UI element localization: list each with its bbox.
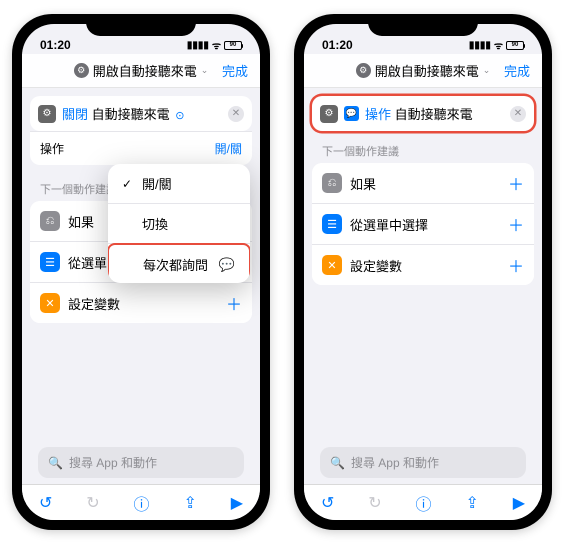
suggestion-setvar[interactable]: ✕ 設定變數 ＋ (312, 245, 534, 285)
popup-label: 每次都詢問 (143, 255, 208, 274)
bottom-toolbar: ↺ ↻ ⓘ ⇪ ▶ (22, 484, 260, 520)
status-time: 01:20 (40, 38, 71, 52)
undo-button[interactable]: ↺ (39, 493, 52, 513)
search-placeholder: 搜尋 App 和動作 (69, 454, 157, 471)
status-time: 01:20 (322, 38, 353, 52)
wifi-icon: ᯤ (212, 38, 221, 52)
expand-icon[interactable]: ⊙ (175, 110, 184, 122)
action-card[interactable]: ⚙ 💬 操作 自動接聽來電 ✕ (312, 96, 534, 131)
add-icon[interactable]: ＋ (226, 291, 242, 315)
wifi-icon: ᯤ (494, 38, 503, 52)
screen-right: 01:20 ▮▮▮▮ ᯤ 90 ⚙ 開啟自動接聽來電 ⌄ 完成 ⚙ 💬 操作 自… (304, 24, 542, 520)
clear-action-button[interactable]: ✕ (510, 106, 526, 122)
nav-title-group[interactable]: ⚙ 開啟自動接聽來電 ⌄ (74, 61, 209, 80)
screen-left: 01:20 ▮▮▮▮ ᯤ 90 ⚙ 開啟自動接聽來電 ⌄ 完成 ⚙ 關閉 自動接… (22, 24, 260, 520)
share-button[interactable]: ⇪ (465, 493, 478, 513)
battery-icon: 90 (224, 41, 242, 50)
settings-action-icon: ⚙ (38, 105, 56, 123)
settings-action-icon: ⚙ (320, 105, 338, 123)
branch-icon: ⎌ (322, 173, 342, 193)
content-left: ⚙ 關閉 自動接聽來電 ⊙ ✕ 操作 開/關 下一個動作建議 ⎌ 如果 ＋ (22, 88, 260, 484)
suggestions-header: 下一個動作建議 (312, 137, 534, 163)
nav-title: 開啟自動接聽來電 (93, 61, 197, 80)
param-value[interactable]: 開/關 (215, 140, 242, 157)
nav-title: 開啟自動接聽來電 (375, 61, 479, 80)
suggestion-label: 設定變數 (350, 256, 402, 275)
add-icon[interactable]: ＋ (508, 212, 524, 236)
nav-bar: ⚙ 開啟自動接聽來電 ⌄ 完成 (22, 54, 260, 88)
gear-icon: ⚙ (356, 63, 371, 78)
clear-action-button[interactable]: ✕ (228, 106, 244, 122)
variable-icon: ✕ (40, 293, 60, 313)
search-field[interactable]: 🔍 搜尋 App 和動作 (320, 447, 526, 478)
info-button[interactable]: ⓘ (134, 491, 150, 515)
status-icons: ▮▮▮▮ ᯤ 90 (187, 38, 242, 52)
battery-icon: 90 (506, 41, 524, 50)
speech-bubble-icon: 💬 (219, 257, 235, 273)
popup-option-switch[interactable]: 切換 (108, 204, 250, 244)
action-card[interactable]: ⚙ 關閉 自動接聽來電 ⊙ ✕ (30, 96, 252, 131)
phone-left: 01:20 ▮▮▮▮ ᯤ 90 ⚙ 開啟自動接聽來電 ⌄ 完成 ⚙ 關閉 自動接… (12, 14, 270, 530)
redo-button[interactable]: ↻ (368, 493, 381, 513)
action-chip[interactable]: 操作 (365, 107, 391, 122)
share-button[interactable]: ⇪ (183, 493, 196, 513)
action-label: 自動接聽來電 (92, 107, 170, 122)
param-label: 操作 (40, 140, 64, 157)
action-text: 關閉 自動接聽來電 ⊙ (62, 104, 185, 123)
phone-right: 01:20 ▮▮▮▮ ᯤ 90 ⚙ 開啟自動接聽來電 ⌄ 完成 ⚙ 💬 操作 自… (294, 14, 552, 530)
notch (86, 14, 196, 36)
status-icons: ▮▮▮▮ ᯤ 90 (469, 38, 524, 52)
suggestion-label: 如果 (350, 174, 376, 193)
signal-icon: ▮▮▮▮ (187, 40, 209, 51)
suggestion-label: 從選單中選擇 (350, 215, 428, 234)
search-placeholder: 搜尋 App 和動作 (351, 454, 439, 471)
add-icon[interactable]: ＋ (508, 171, 524, 195)
suggestion-setvar[interactable]: ✕ 設定變數 ＋ (30, 283, 252, 323)
content-right: ⚙ 💬 操作 自動接聽來電 ✕ 下一個動作建議 ⎌ 如果 ＋ ☰ 從選單中選擇 (304, 88, 542, 484)
branch-icon: ⎌ (40, 211, 60, 231)
done-button[interactable]: 完成 (504, 61, 530, 80)
redo-button[interactable]: ↻ (86, 493, 99, 513)
done-button[interactable]: 完成 (222, 61, 248, 80)
variable-icon: ✕ (322, 255, 342, 275)
popup-label: 切換 (142, 214, 168, 233)
ask-chip-icon: 💬 (344, 106, 359, 121)
check-icon: ✓ (122, 177, 134, 191)
suggestion-label: 設定變數 (68, 294, 120, 313)
chevron-down-icon: ⌄ (483, 65, 491, 76)
search-icon: 🔍 (330, 456, 345, 470)
run-button[interactable]: ▶ (513, 493, 525, 513)
nav-bar: ⚙ 開啟自動接聽來電 ⌄ 完成 (304, 54, 542, 88)
suggestion-label: 如果 (68, 212, 94, 231)
param-row[interactable]: 操作 開/關 (30, 131, 252, 165)
suggestion-choose[interactable]: ☰ 從選單中選擇 ＋ (312, 204, 534, 245)
menu-icon: ☰ (40, 252, 60, 272)
info-button[interactable]: ⓘ (416, 491, 432, 515)
search-field[interactable]: 🔍 搜尋 App 和動作 (38, 447, 244, 478)
undo-button[interactable]: ↺ (321, 493, 334, 513)
operation-popup: ✓ 開/關 切換 每次都詢問 💬 (108, 164, 250, 283)
action-state[interactable]: 關閉 (62, 107, 88, 122)
notch (368, 14, 478, 36)
menu-icon: ☰ (322, 214, 342, 234)
signal-icon: ▮▮▮▮ (469, 40, 491, 51)
nav-title-group[interactable]: ⚙ 開啟自動接聽來電 ⌄ (356, 61, 491, 80)
suggestion-if[interactable]: ⎌ 如果 ＋ (312, 163, 534, 204)
bottom-toolbar: ↺ ↻ ⓘ ⇪ ▶ (304, 484, 542, 520)
run-button[interactable]: ▶ (231, 493, 243, 513)
search-icon: 🔍 (48, 456, 63, 470)
action-label: 自動接聽來電 (395, 107, 473, 122)
popup-label: 開/關 (142, 174, 172, 193)
suggestions-list: ⎌ 如果 ＋ ☰ 從選單中選擇 ＋ ✕ 設定變數 ＋ (312, 163, 534, 285)
chevron-down-icon: ⌄ (201, 65, 209, 76)
add-icon[interactable]: ＋ (508, 253, 524, 277)
action-text: 操作 自動接聽來電 (365, 104, 473, 123)
popup-option-ask[interactable]: 每次都詢問 💬 (108, 243, 250, 283)
popup-option-toggle[interactable]: ✓ 開/關 (108, 164, 250, 204)
gear-icon: ⚙ (74, 63, 89, 78)
